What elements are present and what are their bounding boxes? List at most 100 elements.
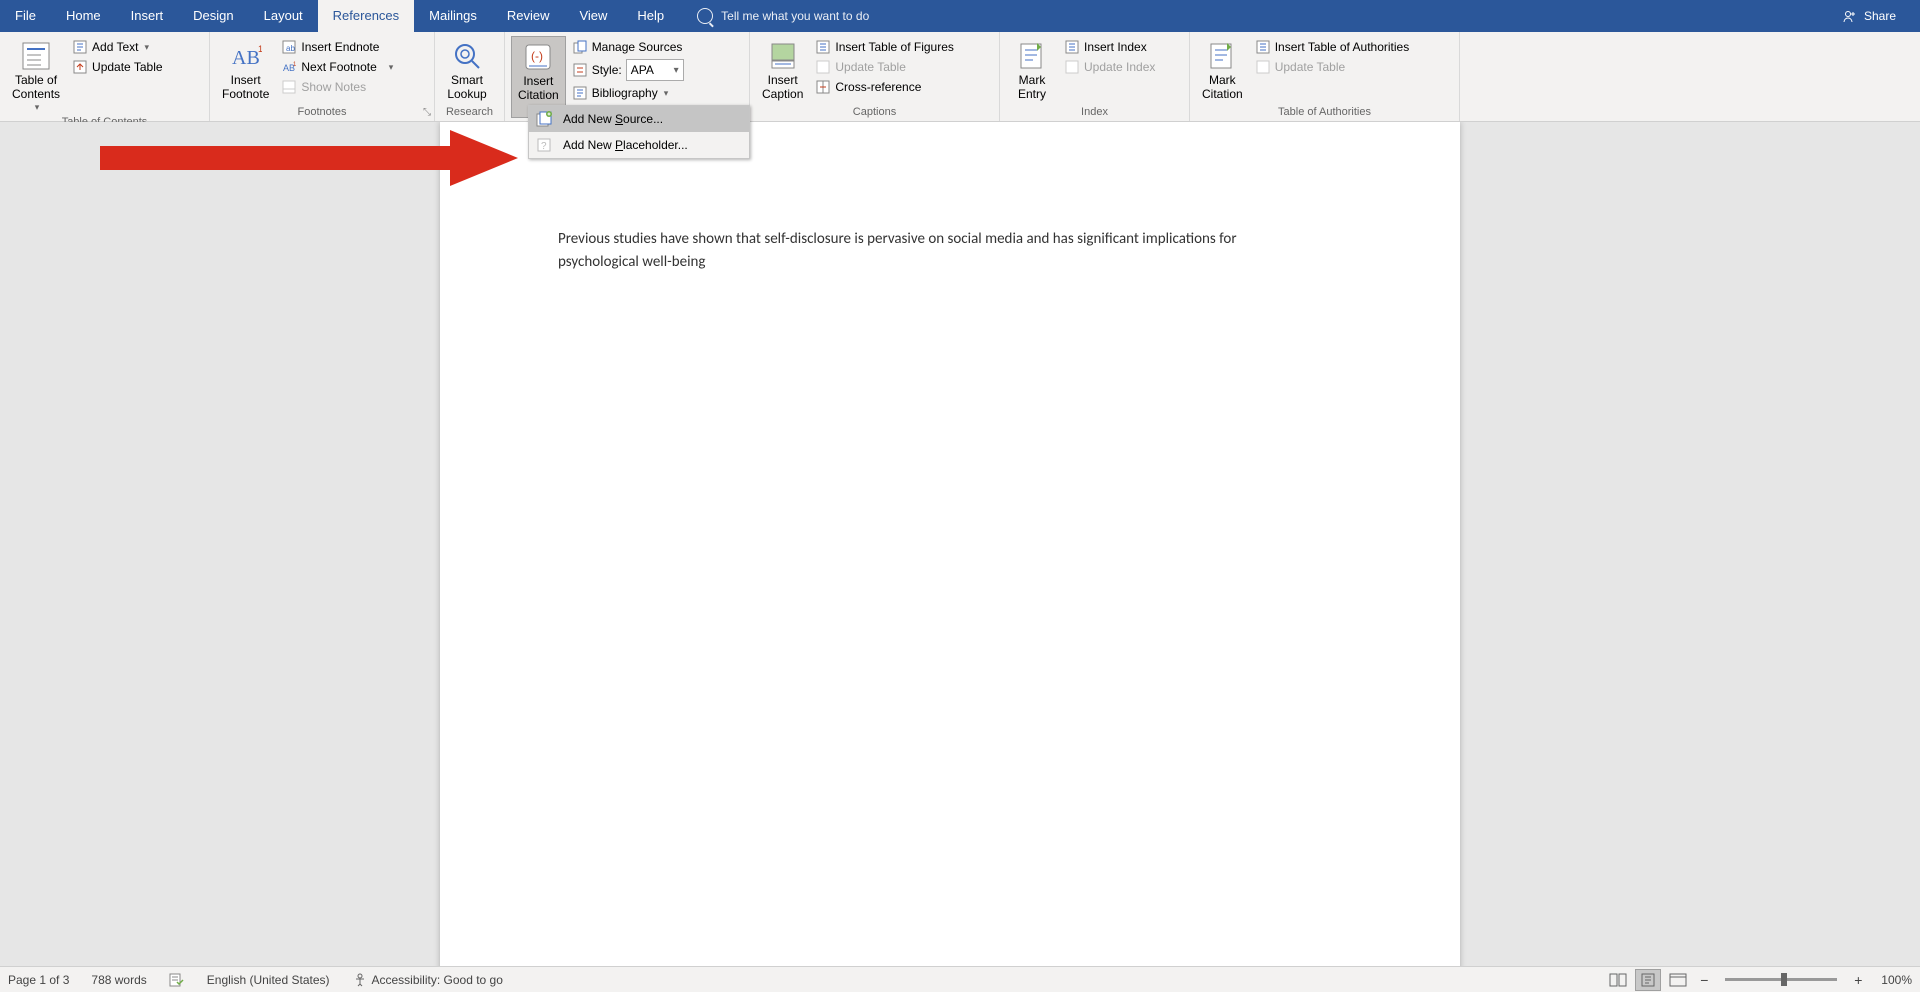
show-notes-button: Show Notes xyxy=(279,78,395,96)
annotation-arrow xyxy=(100,130,520,200)
tab-view[interactable]: View xyxy=(564,0,622,32)
statusbar: Page 1 of 3 788 words English (United St… xyxy=(0,966,1920,992)
mark-citation-icon xyxy=(1206,40,1238,72)
svg-text:ab: ab xyxy=(286,44,295,53)
add-new-source-item[interactable]: Add New Source... xyxy=(529,106,749,132)
citation-style-select[interactable]: APA xyxy=(626,59,684,81)
lightbulb-icon xyxy=(697,8,713,24)
tab-layout[interactable]: Layout xyxy=(249,0,318,32)
style-icon xyxy=(572,62,588,78)
footnotes-group-label: Footnotes xyxy=(210,106,434,121)
add-new-source-label: Add New Source... xyxy=(563,112,663,126)
group-index: Mark Entry Insert Index Update Index Ind… xyxy=(1000,32,1190,121)
tab-mailings[interactable]: Mailings xyxy=(414,0,492,32)
insert-caption-button[interactable]: Insert Caption xyxy=(756,36,809,106)
update-captions-icon xyxy=(815,59,831,75)
toc-label: Table of Contents xyxy=(12,74,60,102)
web-layout-button[interactable] xyxy=(1665,969,1691,991)
insert-index-icon xyxy=(1064,39,1080,55)
spellcheck-status[interactable] xyxy=(169,973,185,987)
svg-text:(-): (-) xyxy=(531,49,543,63)
document-text[interactable]: Previous studies have shown that self-di… xyxy=(558,228,1278,275)
update-table-button[interactable]: Update Table xyxy=(70,58,165,76)
zoom-slider[interactable] xyxy=(1725,978,1837,981)
group-toc: Table of Contents ▾ Add Text▾ Update Tab… xyxy=(0,32,210,121)
tab-design[interactable]: Design xyxy=(178,0,248,32)
insert-index-button[interactable]: Insert Index xyxy=(1062,38,1157,56)
next-footnote-button[interactable]: AB1 Next Footnote▾ xyxy=(279,58,395,76)
show-notes-icon xyxy=(281,79,297,95)
citation-style-row: Style: APA xyxy=(570,58,686,82)
update-authorities-icon xyxy=(1255,59,1271,75)
document-area: Previous studies have shown that self-di… xyxy=(0,122,1920,966)
tellme-search[interactable]: Tell me what you want to do xyxy=(697,8,869,24)
tab-references[interactable]: References xyxy=(318,0,414,32)
new-placeholder-icon: ? xyxy=(535,136,553,154)
accessibility-status[interactable]: Accessibility: Good to go xyxy=(352,973,503,987)
word-count[interactable]: 788 words xyxy=(91,973,146,987)
zoom-in-button[interactable]: + xyxy=(1849,972,1867,988)
group-research: Smart Lookup Research xyxy=(435,32,505,121)
captions-group-label: Captions xyxy=(750,106,999,121)
spellcheck-icon xyxy=(169,973,185,987)
zoom-out-button[interactable]: − xyxy=(1695,972,1713,988)
svg-text:1: 1 xyxy=(293,62,296,68)
tab-insert[interactable]: Insert xyxy=(116,0,179,32)
tabbar: File Home Insert Design Layout Reference… xyxy=(0,0,1920,32)
group-authorities: Mark Citation Insert Table of Authoritie… xyxy=(1190,32,1460,121)
toc-icon xyxy=(20,40,52,72)
mark-entry-icon xyxy=(1016,40,1048,72)
manage-sources-icon xyxy=(572,39,588,55)
accessibility-icon xyxy=(352,973,368,987)
update-table-authorities-button: Update Table xyxy=(1253,58,1412,76)
group-captions: Insert Caption Insert Table of Figures U… xyxy=(750,32,1000,121)
cross-reference-button[interactable]: Cross-reference xyxy=(813,78,956,96)
bibliography-icon xyxy=(572,85,588,101)
add-new-placeholder-item[interactable]: ? Add New Placeholder... xyxy=(529,132,749,158)
new-source-icon xyxy=(535,110,553,128)
page-count[interactable]: Page 1 of 3 xyxy=(8,973,69,987)
zoom-thumb[interactable] xyxy=(1781,973,1787,986)
index-group-label: Index xyxy=(1000,106,1189,121)
bibliography-button[interactable]: Bibliography▾ xyxy=(570,84,686,102)
update-icon xyxy=(72,59,88,75)
endnote-icon: ab xyxy=(281,39,297,55)
mark-entry-button[interactable]: Mark Entry xyxy=(1006,36,1058,106)
figures-icon xyxy=(815,39,831,55)
read-mode-button[interactable] xyxy=(1605,969,1631,991)
insert-footnote-button[interactable]: AB1 Insert Footnote xyxy=(216,36,275,106)
group-footnotes: AB1 Insert Footnote ab Insert Endnote AB… xyxy=(210,32,435,121)
smart-lookup-icon xyxy=(451,40,483,72)
citation-icon: (-) xyxy=(522,41,554,73)
mark-citation-button[interactable]: Mark Citation xyxy=(1196,36,1249,106)
share-button[interactable]: Share xyxy=(1842,8,1896,24)
ribbon: Table of Contents ▾ Add Text▾ Update Tab… xyxy=(0,32,1920,122)
svg-text:1: 1 xyxy=(258,44,262,54)
insert-table-authorities-button[interactable]: Insert Table of Authorities xyxy=(1253,38,1412,56)
add-text-button[interactable]: Add Text▾ xyxy=(70,38,165,56)
add-new-placeholder-label: Add New Placeholder... xyxy=(563,138,688,152)
tab-help[interactable]: Help xyxy=(622,0,679,32)
tab-review[interactable]: Review xyxy=(492,0,565,32)
update-index-icon xyxy=(1064,59,1080,75)
language-status[interactable]: English (United States) xyxy=(207,973,330,987)
insert-endnote-button[interactable]: ab Insert Endnote xyxy=(279,38,395,56)
next-footnote-icon: AB1 xyxy=(281,59,297,75)
caption-icon xyxy=(767,40,799,72)
tellme-label: Tell me what you want to do xyxy=(721,9,869,23)
smart-lookup-button[interactable]: Smart Lookup xyxy=(441,36,493,106)
zoom-level[interactable]: 100% xyxy=(1881,973,1912,987)
manage-sources-button[interactable]: Manage Sources xyxy=(570,38,686,56)
update-table-captions-button: Update Table xyxy=(813,58,956,76)
svg-text:AB: AB xyxy=(232,47,260,69)
authorities-group-label: Table of Authorities xyxy=(1190,106,1459,121)
tab-home[interactable]: Home xyxy=(51,0,116,32)
table-of-contents-button[interactable]: Table of Contents ▾ xyxy=(6,36,66,116)
insert-citation-dropdown: Add New Source... ? Add New Placeholder.… xyxy=(528,105,750,159)
chevron-down-icon: ▾ xyxy=(35,102,40,112)
insert-table-figures-button[interactable]: Insert Table of Figures xyxy=(813,38,956,56)
tab-file[interactable]: File xyxy=(0,0,51,32)
dialog-launcher-icon[interactable]: ⤡ xyxy=(423,107,431,118)
print-layout-button[interactable] xyxy=(1635,969,1661,991)
document-page[interactable]: Previous studies have shown that self-di… xyxy=(440,122,1460,966)
